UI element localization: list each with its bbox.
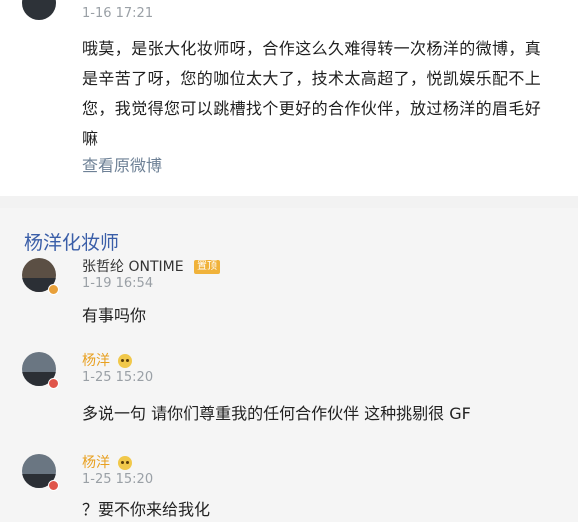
pin-badge: 置顶 [194, 260, 221, 274]
avatar[interactable] [22, 0, 56, 20]
comment-time: 1-19 16:54 [82, 276, 154, 291]
comment-author[interactable]: 张哲纶 ONTIME 置顶 [82, 256, 221, 276]
comment-author[interactable]: 杨洋 [82, 350, 133, 370]
comment-text: 多说一句 请你们尊重我的任何合作伙伴 这种挑剔很 GF [82, 404, 471, 423]
verified-badge-icon [48, 284, 59, 295]
comment-time: 1-25 15:20 [82, 370, 154, 385]
verified-badge-icon [48, 480, 59, 491]
author-name: 杨洋 [82, 455, 110, 471]
emoji-icon [118, 354, 133, 368]
author-name: 杨洋 [82, 353, 110, 369]
original-post: 1-16 17:21 哦莫，是张大化妆师呀，合作这么久难得转一次杨洋的微博，真是… [0, 0, 578, 196]
comment-time: 1-25 15:20 [82, 472, 154, 487]
comment-author[interactable]: 杨洋 [82, 452, 133, 472]
emoji-icon [118, 456, 133, 470]
comment-text: ？要不你来给我化 [82, 500, 211, 519]
comment-text: 有事吗你 [82, 306, 147, 325]
divider [0, 196, 578, 208]
post-timestamp: 1-16 17:21 [82, 6, 154, 21]
comments-section: 杨洋化妆师 张哲纶 ONTIME 置顶 1-19 16:54 有事吗你 杨洋 1… [0, 208, 578, 522]
view-original-link[interactable]: 查看原微博 [82, 152, 162, 176]
comments-title: 杨洋化妆师 [24, 232, 120, 254]
verified-badge-icon [48, 378, 59, 389]
post-text: 哦莫，是张大化妆师呀，合作这么久难得转一次杨洋的微博，真是辛苦了呀，您的咖位太大… [82, 39, 542, 148]
author-name: 张哲纶 ONTIME [82, 259, 184, 275]
